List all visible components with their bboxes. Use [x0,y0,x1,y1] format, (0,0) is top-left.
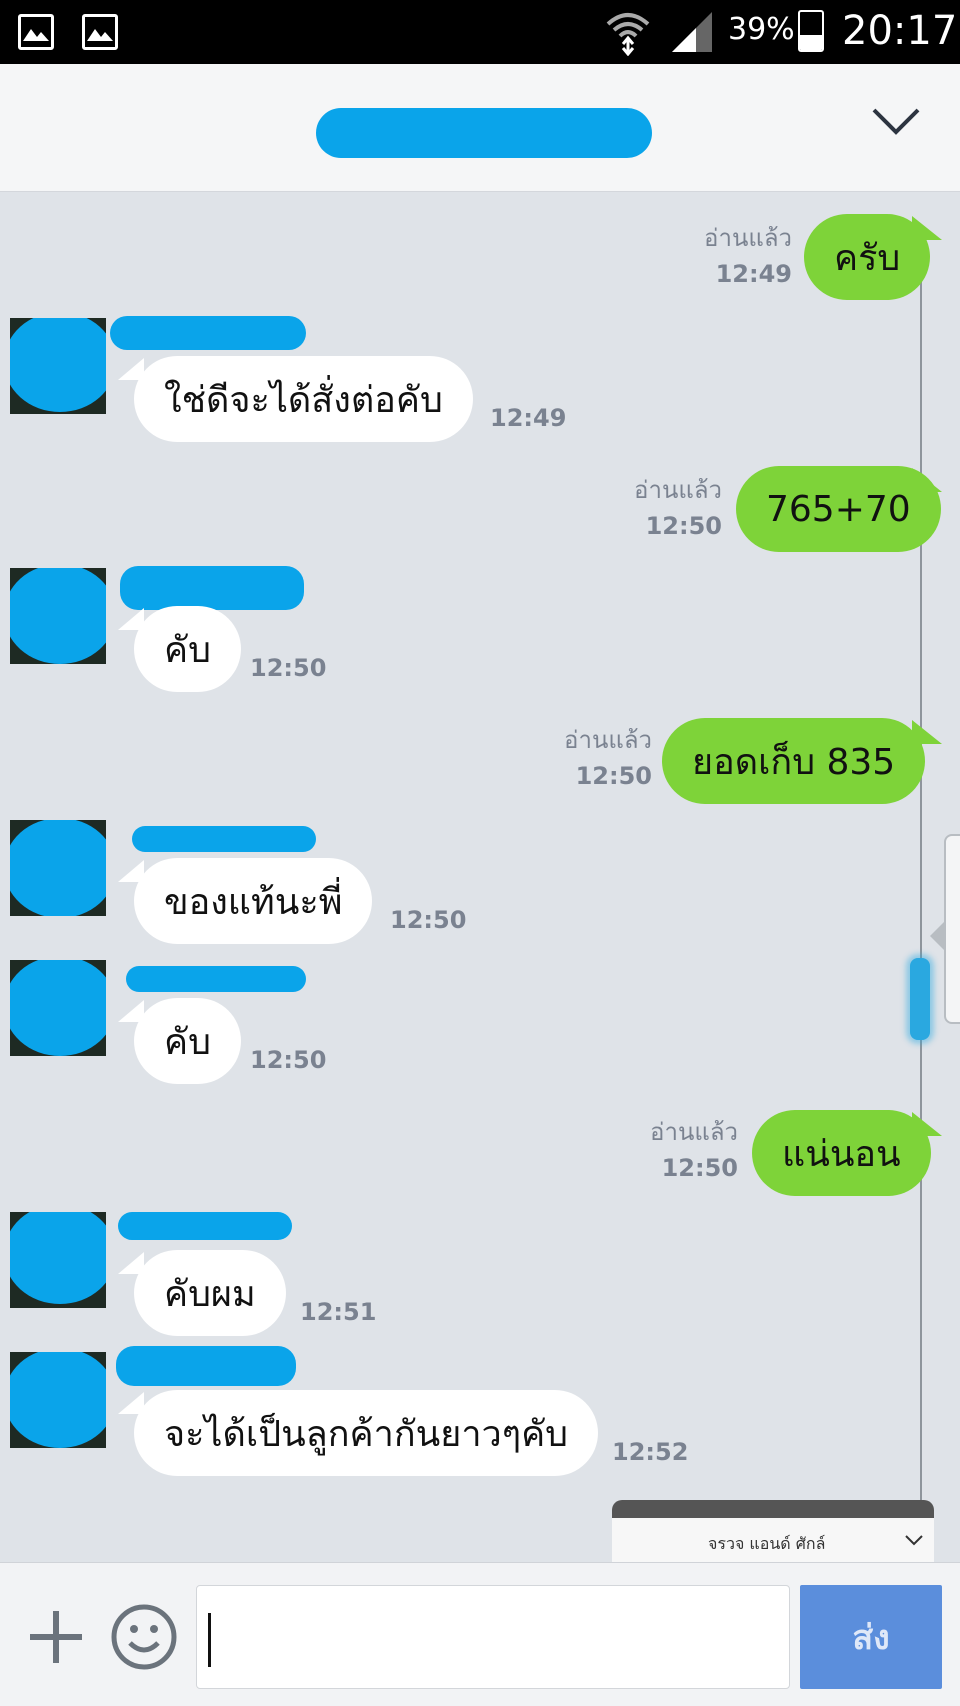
chat-title-redacted [316,108,652,158]
message-bubble-incoming[interactable]: คับ [134,606,241,692]
read-receipt: อ่านแล้ว 12:50 [634,476,722,540]
message-bubble-outgoing[interactable]: แน่นอน [752,1110,931,1196]
bubble-tail [118,1252,144,1274]
message-bubble-outgoing[interactable]: 765+70 [736,466,941,552]
message-bubble-incoming[interactable]: จะได้เป็นลูกค้ากันยาวๆคับ [134,1390,599,1476]
chevron-down-icon [905,1535,923,1546]
message-text: ยอดเก็บ 835 [692,741,896,783]
image-message-preview[interactable]: จรวจ แอนด์ ศักล์ [612,1500,934,1562]
avatar[interactable] [10,1212,106,1308]
preview-status-bar [612,1500,934,1518]
status-bar: 39% 20:17 [0,0,960,64]
message-text: ของแท้นะพี่ [164,881,343,923]
bubble-tail [912,1112,942,1136]
scrollbar-thumb[interactable] [910,958,930,1040]
chat-header [0,64,960,192]
message-text: คับ [164,1021,211,1063]
sender-name-redacted [118,1212,292,1240]
avatar[interactable] [10,568,106,664]
sender-name-redacted [132,826,316,852]
image-icon [18,14,54,50]
read-receipt: อ่านแล้ว 12:50 [650,1118,738,1182]
read-receipt: อ่านแล้ว 12:49 [704,224,792,288]
message-time: 12:50 [250,1046,327,1074]
wifi-icon [606,13,650,56]
sender-name-redacted [110,316,306,350]
sender-name-redacted [120,566,304,610]
message-bubble-incoming[interactable]: คับ [134,998,241,1084]
text-caret [208,1613,211,1667]
bubble-tail [118,608,144,630]
message-bubble-incoming[interactable]: ใช่ดีจะได้สั่งต่อคับ [134,356,473,442]
avatar[interactable] [10,318,106,414]
avatar[interactable] [10,1352,106,1448]
message-time: 12:51 [300,1298,377,1326]
avatar[interactable] [10,820,106,916]
bubble-tail [912,216,942,240]
chevron-left-icon [930,922,944,950]
message-text: จะได้เป็นลูกค้ากันยาวๆคับ [164,1413,569,1455]
message-text: แน่นอน [782,1133,901,1175]
battery-icon [798,10,824,52]
sender-name-redacted [126,966,306,992]
message-bubble-incoming[interactable]: คับผม [134,1250,286,1336]
bubble-tail [912,468,942,492]
preview-title: จรวจ แอนด์ ศักล์ [708,1534,826,1553]
bubble-tail [118,1000,144,1022]
smiley-icon[interactable] [110,1603,178,1671]
bubble-tail [118,860,144,882]
chevron-down-icon[interactable] [870,104,922,138]
message-time: 12:50 [250,654,327,682]
message-text: 765+70 [766,488,911,530]
battery-percent: 39% [728,12,795,47]
message-text: คับผม [164,1273,256,1315]
send-button[interactable]: ส่ง [800,1585,942,1689]
avatar[interactable] [10,960,106,1056]
message-time: 12:52 [612,1438,689,1466]
image-icon [82,14,118,50]
sender-name-redacted [116,1346,296,1386]
message-input-bar: ส่ง [0,1562,960,1706]
timeline-line [920,262,922,1562]
message-text: ครับ [834,237,901,279]
message-list[interactable]: อ่านแล้ว 12:49 ครับ ใช่ดีจะได้สั่งต่อคับ … [0,192,960,1562]
clock: 20:17 [842,8,958,54]
message-time: 12:49 [490,404,567,432]
bubble-tail [118,1392,144,1414]
bubble-tail [118,358,144,380]
message-time: 12:50 [390,906,467,934]
message-bubble-incoming[interactable]: ของแท้นะพี่ [134,858,373,944]
plus-icon[interactable] [26,1607,86,1667]
read-receipt: อ่านแล้ว 12:50 [564,726,652,790]
bubble-tail [912,720,942,744]
signal-icon [672,12,712,52]
message-text: ใช่ดีจะได้สั่งต่อคับ [164,379,443,421]
message-bubble-outgoing[interactable]: ยอดเก็บ 835 [662,718,926,804]
message-input[interactable] [196,1585,790,1689]
message-text: คับ [164,629,211,671]
side-panel-tab[interactable] [944,834,960,1024]
